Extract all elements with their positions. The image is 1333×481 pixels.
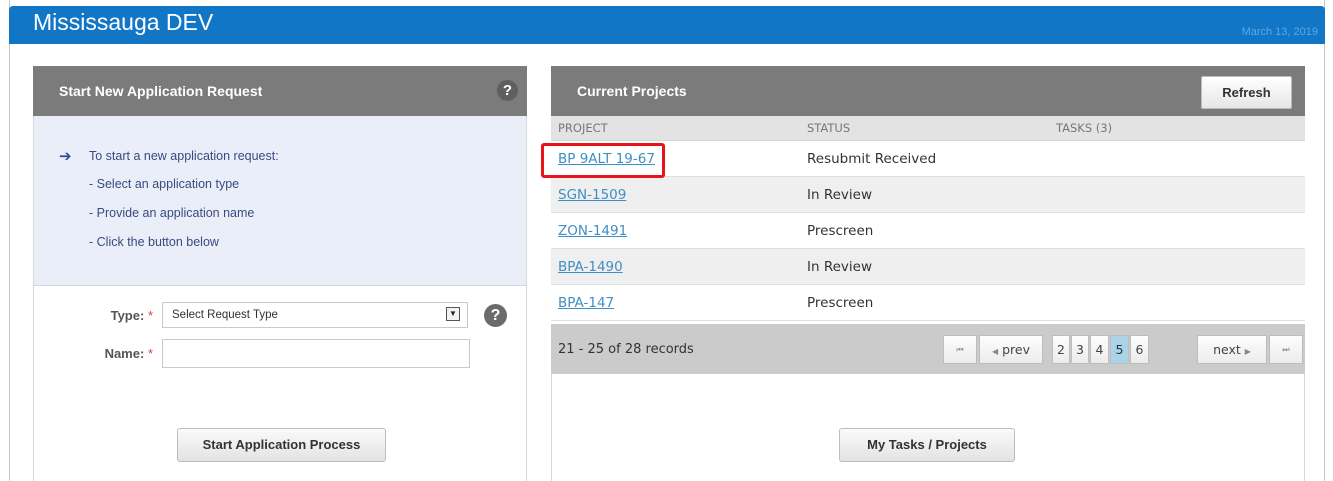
required-mark: *	[147, 346, 153, 361]
app-title: Mississauga DEV	[33, 9, 214, 35]
current-projects-title: Current Projects	[577, 83, 687, 99]
chevron-left-icon: ◀	[991, 347, 999, 356]
type-label: Type: *	[110, 308, 153, 323]
last-page-icon[interactable]: ⏭	[1269, 335, 1303, 364]
refresh-button[interactable]: Refresh	[1201, 76, 1292, 109]
column-header-project[interactable]: PROJECT	[558, 121, 608, 135]
project-link[interactable]: SGN-1509	[558, 187, 626, 203]
prev-page-button[interactable]: ◀ prev	[979, 335, 1043, 364]
start-request-panel-header: Start New Application Request ?	[33, 66, 527, 116]
instructions-box: ➔ To start a new application request: - …	[33, 116, 527, 286]
page-button-active[interactable]: 5	[1110, 335, 1129, 364]
table-header: PROJECT STATUS TASKS (3)	[551, 116, 1305, 141]
project-status: Prescreen	[807, 223, 874, 239]
instruction-line: - Provide an application name	[89, 206, 255, 220]
first-page-icon[interactable]: ⏮	[943, 335, 977, 364]
project-link[interactable]: BPA-147	[558, 295, 614, 311]
name-label: Name: *	[104, 346, 153, 361]
instruction-line: To start a new application request:	[89, 149, 279, 163]
current-projects-panel-header: Current Projects	[551, 66, 1305, 116]
project-status: Prescreen	[807, 295, 874, 311]
help-icon[interactable]: ?	[484, 304, 507, 327]
project-status: In Review	[807, 187, 872, 203]
arrow-right-icon: ➔	[59, 148, 72, 165]
application-name-field[interactable]	[162, 339, 470, 368]
instruction-line: - Select an application type	[89, 177, 240, 191]
record-count: 21 - 25 of 28 records	[558, 342, 694, 357]
table-row: BPA-1490 In Review	[551, 249, 1305, 285]
start-application-button[interactable]: Start Application Process	[177, 428, 386, 462]
top-bar: Mississauga DEV March 13, 2019	[9, 6, 1325, 44]
page-button[interactable]: 4	[1090, 335, 1109, 364]
my-tasks-projects-button[interactable]: My Tasks / Projects	[839, 428, 1015, 462]
column-header-tasks[interactable]: TASKS (3)	[1056, 121, 1112, 135]
column-header-status[interactable]: STATUS	[807, 121, 850, 135]
highlight-box	[541, 143, 665, 178]
project-link[interactable]: BPA-1490	[558, 259, 623, 275]
next-page-button[interactable]: next ▶	[1197, 335, 1267, 364]
project-status: In Review	[807, 259, 872, 275]
project-status: Resubmit Received	[807, 151, 937, 167]
current-date: March 13, 2019	[1241, 26, 1318, 38]
request-type-selected-value: Select Request Type	[172, 309, 278, 321]
table-row: BPA-147 Prescreen	[551, 285, 1305, 321]
required-mark: *	[147, 308, 153, 323]
page-button[interactable]: 3	[1071, 335, 1089, 364]
chevron-right-icon: ▶	[1244, 347, 1251, 356]
page-button[interactable]: 2	[1052, 335, 1070, 364]
start-request-title: Start New Application Request	[59, 83, 263, 99]
request-type-select[interactable]: Select Request Type ▼	[162, 302, 468, 328]
help-icon[interactable]: ?	[497, 80, 518, 101]
pagination-bar: 21 - 25 of 28 records ⏮ ◀ prev 2 3 4 5 6…	[551, 324, 1305, 374]
table-row: ZON-1491 Prescreen	[551, 213, 1305, 249]
project-link[interactable]: ZON-1491	[558, 223, 627, 239]
table-row: SGN-1509 In Review	[551, 177, 1305, 213]
page-button[interactable]: 6	[1130, 335, 1149, 364]
instruction-line: - Click the button below	[89, 235, 219, 249]
chevron-down-icon[interactable]: ▼	[446, 307, 460, 321]
